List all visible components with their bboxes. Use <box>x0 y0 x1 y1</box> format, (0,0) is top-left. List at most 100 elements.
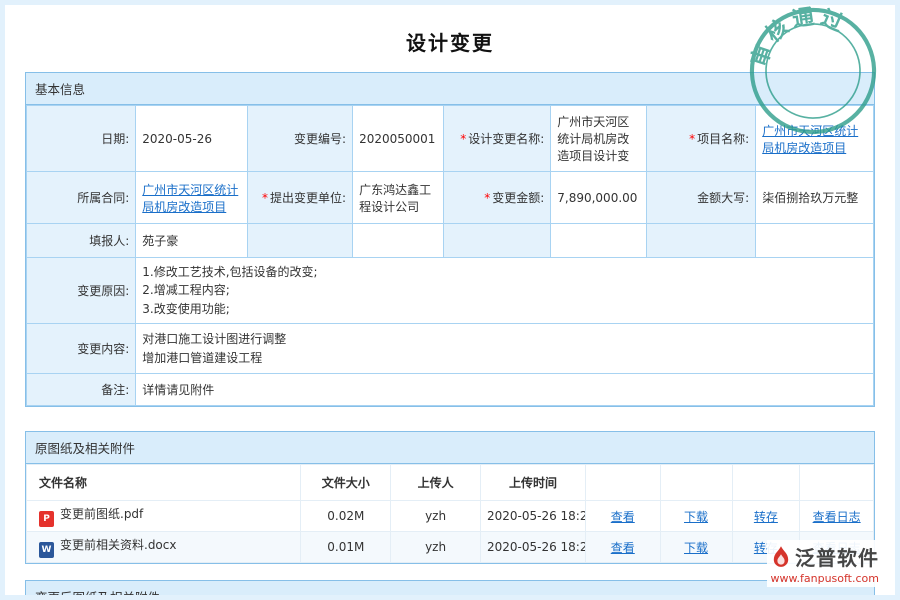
field-value-project-name: 广州市天河区统计局机房改造项目 <box>756 106 874 172</box>
field-label-contract: 所属合同: <box>27 172 136 224</box>
actions-column-header <box>660 465 732 501</box>
file-name: 变更前图纸.pdf <box>60 507 143 521</box>
empty-label-cell <box>443 224 551 258</box>
field-label-text: 设计变更名称: <box>468 132 544 146</box>
field-label-text: 变更金额: <box>492 191 544 205</box>
column-header-file-size: 文件大小 <box>301 465 391 501</box>
table-row: 变更原因: 1.修改工艺技术,包括设备的改变; 2.增减工程内容; 3.改变使用… <box>27 258 874 324</box>
field-label-change-no: 变更编号: <box>248 106 353 172</box>
table-row: 变更内容: 对港口施工设计图进行调整 增加港口管道建设工程 <box>27 324 874 374</box>
file-uploader: yzh <box>391 532 481 563</box>
action-cell: 下载 <box>660 532 732 563</box>
brand-url: www.fanpusoft.com <box>771 572 879 585</box>
file-size: 0.02M <box>301 501 391 532</box>
table-row: 备注: 详情请见附件 <box>27 374 874 406</box>
field-value-amount: 7,890,000.00 <box>551 172 647 224</box>
column-header-file-name: 文件名称 <box>27 465 301 501</box>
basic-info-section-header: 基本信息 <box>26 73 874 105</box>
transfer-link[interactable]: 转存 <box>754 510 778 524</box>
field-value-change-name: 广州市天河区统计局机房改造项目设计变 <box>551 106 647 172</box>
field-label-amount: *变更金额: <box>443 172 551 224</box>
file-name: 变更前相关资料.docx <box>60 538 176 552</box>
fanpu-logo: 泛普软件 www.fanpusoft.com <box>767 540 883 587</box>
table-row: 填报人: 苑子豪 <box>27 224 874 258</box>
column-header-uploader: 上传人 <box>391 465 481 501</box>
empty-value-cell <box>353 224 444 258</box>
after-attachments-panel: 变更后图纸及相关附件 <box>25 580 875 600</box>
file-upload-time: 2020-05-26 18:28 <box>480 501 585 532</box>
field-label-text: 提出变更单位: <box>270 191 346 205</box>
actions-column-header <box>732 465 800 501</box>
file-name-cell: W 变更前相关资料.docx <box>27 532 301 563</box>
view-link[interactable]: 查看 <box>611 541 635 555</box>
field-label-text: 变更内容: <box>77 342 129 356</box>
field-value-contract: 广州市天河区统计局机房改造项目 <box>136 172 248 224</box>
action-cell: 转存 <box>732 501 800 532</box>
table-header-row: 文件名称 文件大小 上传人 上传时间 <box>27 465 874 501</box>
field-label-amount-caps: 金额大写: <box>646 172 755 224</box>
action-cell: 下载 <box>660 501 732 532</box>
actions-column-header <box>800 465 874 501</box>
file-row: P 变更前图纸.pdf 0.02M yzh 2020-05-26 18:28 查看… <box>27 501 874 532</box>
attachments-table: 文件名称 文件大小 上传人 上传时间 P 变更前图纸.pdf 0.02M yzh <box>26 464 874 563</box>
download-link[interactable]: 下载 <box>684 510 708 524</box>
required-marker: * <box>262 191 268 205</box>
view-link[interactable]: 查看 <box>611 510 635 524</box>
table-row: 所属合同: 广州市天河区统计局机房改造项目 *提出变更单位: 广东鸿达鑫工程设计… <box>27 172 874 224</box>
required-marker: * <box>460 132 466 146</box>
pdf-icon: P <box>39 511 54 527</box>
empty-value-cell <box>756 224 874 258</box>
required-marker: * <box>484 191 490 205</box>
basic-info-table: 日期: 2020-05-26 变更编号: 2020050001 *设计变更名称:… <box>26 105 874 406</box>
file-icon-glyph: P <box>43 514 50 524</box>
field-label-text: 填报人: <box>89 234 129 248</box>
field-label-text: 变更原因: <box>77 284 129 298</box>
contract-link[interactable]: 广州市天河区统计局机房改造项目 <box>142 183 238 214</box>
empty-label-cell <box>248 224 353 258</box>
file-row: W 变更前相关资料.docx 0.01M yzh 2020-05-26 18:28… <box>27 532 874 563</box>
field-label-text: 变更编号: <box>294 132 346 146</box>
field-label-content: 变更内容: <box>27 324 136 374</box>
required-marker: * <box>689 132 695 146</box>
field-value-amount-caps: 柒佰捌拾玖万元整 <box>756 172 874 224</box>
brand-name: 泛普软件 <box>795 542 879 571</box>
field-label-project-name: *项目名称: <box>646 106 755 172</box>
field-value-unit: 广东鸿达鑫工程设计公司 <box>353 172 444 224</box>
field-value-reason: 1.修改工艺技术,包括设备的改变; 2.增减工程内容; 3.改变使用功能; <box>136 258 874 324</box>
action-cell: 查看 <box>586 532 661 563</box>
file-upload-time: 2020-05-26 18:28 <box>480 532 585 563</box>
field-label-text: 金额大写: <box>697 191 749 205</box>
field-label-change-name: *设计变更名称: <box>443 106 551 172</box>
field-label-text: 项目名称: <box>697 132 749 146</box>
field-label-text: 所属合同: <box>77 191 129 205</box>
field-label-remark: 备注: <box>27 374 136 406</box>
field-value-change-no: 2020050001 <box>353 106 444 172</box>
field-label-unit: *提出变更单位: <box>248 172 353 224</box>
word-icon: W <box>39 542 54 558</box>
basic-info-panel: 基本信息 日期: 2020-05-26 变更编号: 2020050001 *设计… <box>25 72 875 407</box>
file-name-cell: P 变更前图纸.pdf <box>27 501 301 532</box>
field-value-remark: 详情请见附件 <box>136 374 874 406</box>
project-name-link[interactable]: 广州市天河区统计局机房改造项目 <box>762 124 858 155</box>
file-uploader: yzh <box>391 501 481 532</box>
original-attachments-panel: 原图纸及相关附件 文件名称 文件大小 上传人 上传时间 <box>25 431 875 564</box>
field-value-date: 2020-05-26 <box>136 106 248 172</box>
page: 设计变更 审核通过 基本信息 日期: 2020-05-26 变更编号: 2020… <box>0 0 900 600</box>
after-attachments-section-header: 变更后图纸及相关附件 <box>26 581 874 600</box>
view-log-link[interactable]: 查看日志 <box>813 510 861 524</box>
table-row: 日期: 2020-05-26 变更编号: 2020050001 *设计变更名称:… <box>27 106 874 172</box>
download-link[interactable]: 下载 <box>684 541 708 555</box>
file-size: 0.01M <box>301 532 391 563</box>
field-value-reporter: 苑子豪 <box>136 224 248 258</box>
original-attachments-section-header: 原图纸及相关附件 <box>26 432 874 464</box>
action-cell: 查看 <box>586 501 661 532</box>
page-title: 设计变更 <box>5 5 895 72</box>
field-label-date: 日期: <box>27 106 136 172</box>
field-value-content: 对港口施工设计图进行调整 增加港口管道建设工程 <box>136 324 874 374</box>
field-label-reporter: 填报人: <box>27 224 136 258</box>
fanpu-flame-icon <box>772 546 790 568</box>
column-header-upload-time: 上传时间 <box>480 465 585 501</box>
field-label-text: 日期: <box>101 132 129 146</box>
empty-label-cell <box>646 224 755 258</box>
actions-column-header <box>586 465 661 501</box>
